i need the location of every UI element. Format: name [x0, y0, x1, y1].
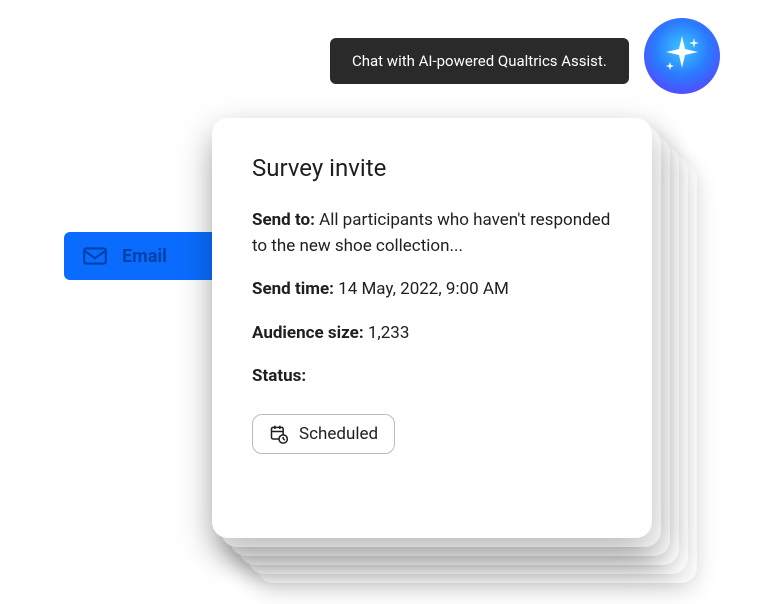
status-field: Status: [252, 364, 612, 390]
send-to-field: Send to: All participants who haven't re… [252, 208, 612, 259]
sparkle-icon [662, 34, 702, 78]
send-time-field: Send time: 14 May, 2022, 9:00 AM [252, 277, 612, 303]
email-tab-label: Email [122, 246, 167, 267]
audience-size-label: Audience size: [252, 323, 364, 343]
send-time-value: 14 May, 2022, 9:00 AM [338, 279, 509, 299]
audience-size-field: Audience size: 1,233 [252, 321, 612, 347]
status-chip[interactable]: Scheduled [252, 414, 395, 454]
audience-size-value: 1,233 [368, 323, 410, 343]
assist-tooltip-text: Chat with AI-powered Qualtrics Assist. [352, 52, 607, 70]
status-chip-label: Scheduled [299, 424, 378, 444]
survey-invite-card[interactable]: Survey invite Send to: All participants … [212, 118, 652, 538]
send-time-label: Send time: [252, 279, 334, 299]
email-icon [82, 243, 108, 269]
send-to-label: Send to: [252, 210, 315, 230]
status-label: Status: [252, 366, 306, 386]
assist-tooltip: Chat with AI-powered Qualtrics Assist. [330, 38, 629, 84]
card-title: Survey invite [252, 154, 612, 182]
calendar-clock-icon [269, 424, 289, 444]
assist-launch-button[interactable] [644, 18, 720, 94]
survey-card-stack: Survey invite Send to: All participants … [212, 118, 652, 538]
